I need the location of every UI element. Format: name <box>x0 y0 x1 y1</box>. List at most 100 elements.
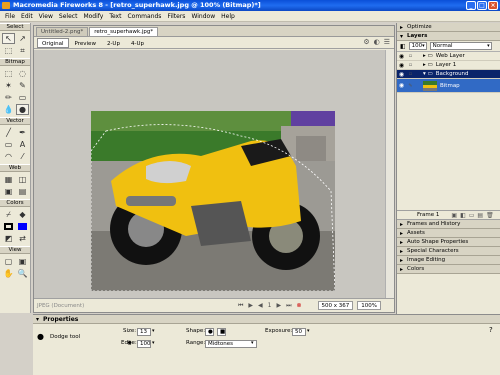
exposure-field[interactable]: 50 <box>292 328 306 336</box>
panel-assets[interactable]: Assets <box>397 229 500 238</box>
hotspot-tool-icon[interactable]: ▦ <box>2 174 15 185</box>
stop-icon[interactable]: ⊗ <box>297 302 302 309</box>
delete-layer-icon[interactable]: 🗑 <box>486 212 494 219</box>
visibility-eye-icon[interactable]: ◉ <box>397 71 406 78</box>
eraser-tool-icon[interactable]: ▭ <box>16 92 29 103</box>
pen-tool-icon[interactable]: ✒ <box>16 127 29 138</box>
layer-row-background[interactable]: ◉ ▫ ▾ ▭ Background <box>397 70 500 79</box>
new-bitmap-image-icon[interactable]: ▣ <box>451 212 457 219</box>
panel-special-characters[interactable]: Special Characters <box>397 247 500 256</box>
panel-auto-shape-properties[interactable]: Auto Shape Properties <box>397 238 500 247</box>
zoom-select[interactable]: 100% <box>357 301 382 310</box>
brush-tool-icon[interactable]: ✎ <box>16 80 29 91</box>
view-2up-button[interactable]: 2-Up <box>102 38 125 48</box>
blend-mode-select[interactable]: Normal <box>429 42 492 50</box>
tab-untitled-2[interactable]: Untitled-2.png* <box>36 27 89 36</box>
tab-retro-superhawk[interactable]: retro_superhawk.jpg* <box>89 27 159 36</box>
edge-dropdown-icon[interactable]: ▾ <box>152 340 155 346</box>
text-tool-icon[interactable]: A <box>16 139 29 150</box>
layer-row-bitmap[interactable]: ◉ ✎ Bitmap <box>397 79 500 93</box>
menu-help[interactable]: Help <box>218 13 238 20</box>
crop-tool-icon[interactable]: ⌗ <box>16 45 29 56</box>
menu-view[interactable]: View <box>36 13 56 20</box>
prev-frame-icon[interactable]: ◀ <box>258 302 263 309</box>
range-dropdown-icon[interactable]: ▾ <box>251 340 254 346</box>
lock-icon[interactable]: ▫ <box>406 62 415 68</box>
size-field[interactable]: 13 <box>137 328 151 336</box>
image-size-display[interactable]: 500 x 367 <box>317 301 354 310</box>
size-dropdown-icon[interactable]: ▾ <box>152 328 155 334</box>
last-frame-icon[interactable]: ⏭ <box>286 302 291 310</box>
visibility-eye-icon[interactable]: ◉ <box>397 82 406 89</box>
minimize-button[interactable]: _ <box>466 1 476 10</box>
slice-tool-icon[interactable]: ◫ <box>16 174 29 185</box>
rectangle-tool-icon[interactable]: ▭ <box>2 139 15 150</box>
layer-row-layer1[interactable]: ◉ ▫ ▸ ▭ Layer 1 <box>397 61 500 70</box>
paint-bucket-tool-icon[interactable]: ◆ <box>16 209 29 220</box>
view-preview-button[interactable]: Preview <box>70 38 101 48</box>
shape-square-button[interactable]: ■ <box>217 328 226 336</box>
new-sublayer-icon[interactable]: ▤ <box>477 212 483 219</box>
opacity-select[interactable]: 100 <box>408 42 427 50</box>
panel-image-editing[interactable]: Image Editing <box>397 256 500 265</box>
range-select[interactable]: Midtones <box>205 340 257 348</box>
menu-filters[interactable]: Filters <box>164 13 188 20</box>
menu-window[interactable]: Window <box>188 13 218 20</box>
panel-colors[interactable]: Colors <box>397 265 500 274</box>
lock-icon[interactable]: ▫ <box>406 53 415 59</box>
freeform-tool-icon[interactable]: ◠ <box>2 151 15 162</box>
panel-optimize[interactable]: Optimize <box>397 23 500 32</box>
maximize-button[interactable]: □ <box>477 1 487 10</box>
lock-icon[interactable]: ▫ <box>406 71 415 77</box>
zoom-tool-icon[interactable]: 🔍 <box>16 268 29 279</box>
panel-frames-history[interactable]: Frames and History <box>397 220 500 229</box>
canvas-area[interactable] <box>34 50 386 298</box>
close-button[interactable]: × <box>488 1 498 10</box>
view-4up-button[interactable]: 4-Up <box>126 38 149 48</box>
marquee-tool-icon[interactable]: ⬚ <box>2 68 15 79</box>
menu-text[interactable]: Text <box>106 13 124 20</box>
show-slices-icon[interactable]: ▤ <box>16 186 29 197</box>
stroke-color-icon[interactable] <box>2 221 15 232</box>
exposure-dropdown-icon[interactable]: ▾ <box>307 328 310 334</box>
blur-tool-icon[interactable]: 💧 <box>2 104 15 115</box>
panel-layers-header[interactable]: Layers <box>397 32 500 41</box>
menu-edit[interactable]: Edit <box>18 13 36 20</box>
standard-screen-icon[interactable]: ▢ <box>2 256 15 267</box>
full-screen-menu-icon[interactable]: ▣ <box>16 256 29 267</box>
edge-field[interactable]: 100 <box>137 340 151 348</box>
new-layer-icon[interactable]: ▭ <box>469 212 475 219</box>
swap-colors-icon[interactable]: ⇄ <box>16 233 29 244</box>
help-icon[interactable]: ? <box>489 326 493 334</box>
shape-round-button[interactable]: ● <box>205 328 214 336</box>
default-colors-icon[interactable]: ◩ <box>2 233 15 244</box>
play-icon[interactable]: ▶ <box>248 302 253 309</box>
visibility-eye-icon[interactable]: ◉ <box>397 62 406 69</box>
visibility-eye-icon[interactable]: ◉ <box>397 53 406 60</box>
hide-slices-icon[interactable]: ▣ <box>2 186 15 197</box>
fill-color-icon[interactable] <box>16 221 29 232</box>
hand-tool-icon[interactable]: ✋ <box>2 268 15 279</box>
lasso-tool-icon[interactable]: ◌ <box>16 68 29 79</box>
magic-wand-tool-icon[interactable]: ✶ <box>2 80 15 91</box>
vertical-scrollbar[interactable] <box>385 50 394 298</box>
knife-tool-icon[interactable]: ⁄ <box>16 151 29 162</box>
properties-header[interactable]: Properties <box>33 315 500 324</box>
motorcycle-photo[interactable] <box>91 111 335 291</box>
dodge-tool-icon[interactable]: ● <box>16 104 29 115</box>
menu-select[interactable]: Select <box>56 13 81 20</box>
subselect-tool-icon[interactable]: ↗ <box>16 33 29 44</box>
pointer-tool-icon[interactable]: ↖ <box>2 33 15 44</box>
quick-export-icon[interactable]: ⚙ <box>363 38 369 46</box>
line-tool-icon[interactable]: ╱ <box>2 127 15 138</box>
preview-browser-icon[interactable]: ◐ <box>374 38 380 46</box>
edge-radio-icon[interactable]: ◉ <box>127 340 132 346</box>
menu-commands[interactable]: Commands <box>124 13 164 20</box>
add-mask-icon[interactable]: ◧ <box>460 212 466 219</box>
menu-modify[interactable]: Modify <box>80 13 106 20</box>
scale-tool-icon[interactable]: ⬚ <box>2 45 15 56</box>
pencil-tool-icon[interactable]: ✏ <box>2 92 15 103</box>
next-frame-icon[interactable]: ▶ <box>276 302 281 309</box>
menu-file[interactable]: File <box>2 13 18 20</box>
document-options-icon[interactable]: ☰ <box>384 38 390 46</box>
